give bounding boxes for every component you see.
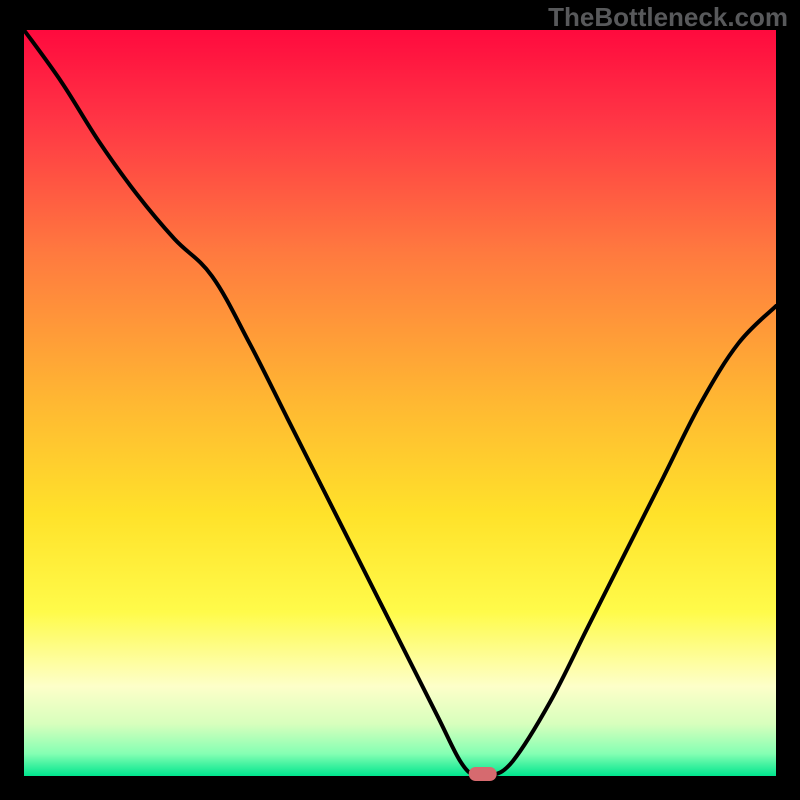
- chart-plot-area: [24, 30, 776, 776]
- bottleneck-chart: TheBottleneck.com: [0, 0, 800, 800]
- watermark-text: TheBottleneck.com: [548, 2, 788, 33]
- chart-marker: [469, 767, 497, 781]
- chart-svg: [0, 0, 800, 800]
